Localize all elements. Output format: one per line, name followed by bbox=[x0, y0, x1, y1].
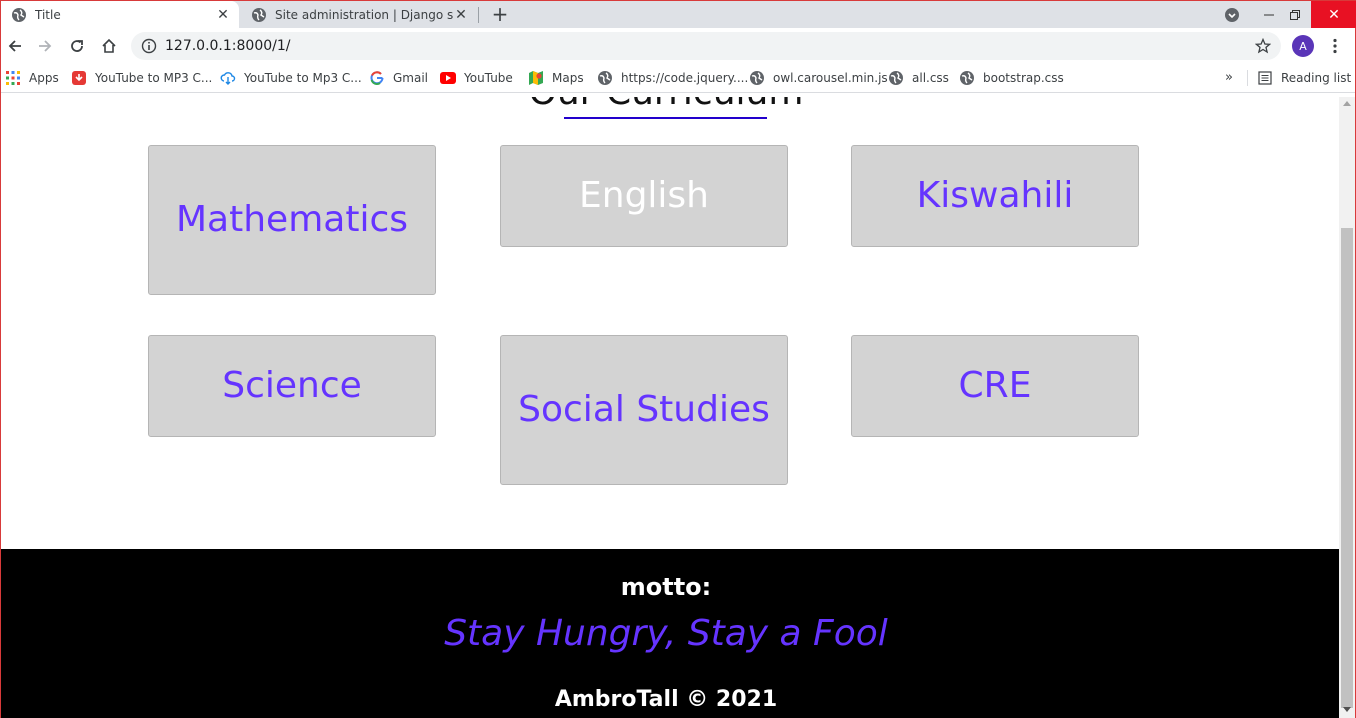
close-icon[interactable]: ✕ bbox=[215, 7, 231, 23]
vertical-scrollbar[interactable] bbox=[1339, 97, 1355, 718]
restore-icon[interactable] bbox=[1287, 1, 1303, 28]
bookmark-gmail[interactable]: Gmail bbox=[369, 70, 428, 86]
download-red-icon bbox=[71, 70, 87, 86]
bookmark-youtube-mp3-2[interactable]: YouTube to Mp3 C... bbox=[220, 70, 362, 86]
title-underline bbox=[564, 117, 767, 119]
bookmark-label: YouTube bbox=[464, 71, 513, 85]
subject-card-science[interactable]: Science bbox=[148, 335, 436, 437]
bookmark-bootstrap-css[interactable]: bootstrap.css bbox=[959, 70, 1064, 86]
bookmark-apps[interactable]: Apps bbox=[5, 70, 59, 86]
bookmark-label: bootstrap.css bbox=[983, 71, 1064, 85]
scroll-down-arrow-icon[interactable] bbox=[1343, 707, 1351, 712]
reading-list-button[interactable]: Reading list bbox=[1257, 70, 1351, 86]
window-close-icon[interactable]: ✕ bbox=[1311, 1, 1356, 28]
globe-icon bbox=[888, 70, 904, 86]
bookmark-label: YouTube to MP3 C... bbox=[95, 71, 213, 85]
bookmark-all-css[interactable]: all.css bbox=[888, 70, 949, 86]
bookmark-label: owl.carousel.min.js bbox=[773, 71, 888, 85]
profile-avatar[interactable]: A bbox=[1292, 35, 1314, 57]
maps-icon bbox=[528, 70, 544, 86]
page-title: Our Curriculum bbox=[1, 97, 1331, 113]
browser-toolbar: 127.0.0.1:8000/1/ A bbox=[1, 28, 1355, 64]
scroll-up-arrow-icon[interactable] bbox=[1343, 101, 1351, 106]
bookmarks-bar: Apps YouTube to MP3 C... YouTube to Mp3 … bbox=[1, 64, 1355, 93]
reading-list-icon bbox=[1257, 70, 1273, 86]
minimize-icon[interactable] bbox=[1259, 1, 1279, 28]
copyright-text: AmbroTall © 2021 bbox=[554, 687, 778, 712]
reload-icon[interactable] bbox=[65, 34, 89, 58]
bookmark-youtube-mp3-1[interactable]: YouTube to MP3 C... bbox=[71, 70, 212, 86]
bookmark-label: YouTube to Mp3 C... bbox=[244, 71, 362, 85]
motto-label: motto: bbox=[620, 573, 712, 601]
more-bookmarks-icon[interactable]: » bbox=[1225, 70, 1233, 85]
forward-arrow-icon[interactable] bbox=[33, 34, 57, 58]
bookmark-jquery[interactable]: https://code.jquery.... bbox=[597, 70, 748, 86]
globe-icon bbox=[11, 7, 27, 23]
globe-icon bbox=[749, 70, 765, 86]
globe-icon bbox=[959, 70, 975, 86]
globe-icon bbox=[597, 70, 613, 86]
close-icon[interactable]: ✕ bbox=[453, 7, 469, 23]
subject-card-mathematics[interactable]: Mathematics bbox=[148, 145, 436, 295]
home-icon[interactable] bbox=[97, 34, 121, 58]
bookmark-youtube[interactable]: YouTube bbox=[440, 70, 513, 86]
bookmark-label: all.css bbox=[912, 71, 949, 85]
url-text: 127.0.0.1:8000/1/ bbox=[165, 38, 291, 54]
subject-card-english[interactable]: English bbox=[500, 145, 788, 247]
bookmark-label: Maps bbox=[552, 71, 584, 85]
kebab-menu-icon[interactable] bbox=[1326, 34, 1344, 58]
tab-title[interactable]: Title ✕ bbox=[1, 1, 239, 28]
tab-django-admin[interactable]: Site administration | Django site admin … bbox=[241, 1, 477, 28]
bookmark-divider bbox=[1247, 70, 1248, 86]
bookmark-star-icon[interactable] bbox=[1255, 38, 1271, 54]
tab-divider bbox=[478, 7, 479, 23]
reading-list-label: Reading list bbox=[1281, 71, 1352, 85]
tab-strip: Title ✕ Site administration | Django sit… bbox=[1, 1, 1356, 28]
subject-card-social-studies[interactable]: Social Studies bbox=[500, 335, 788, 485]
tab-label: Title bbox=[35, 7, 61, 22]
bookmark-label: Apps bbox=[29, 71, 59, 85]
subject-card-kiswahili[interactable]: Kiswahili bbox=[851, 145, 1139, 247]
tab-search-icon[interactable] bbox=[1221, 1, 1243, 28]
cloud-download-icon bbox=[220, 70, 236, 86]
youtube-icon bbox=[440, 70, 456, 86]
apps-grid-icon bbox=[5, 70, 21, 86]
page-viewport: Our Curriculum Mathematics English Kiswa… bbox=[1, 97, 1339, 718]
motto-text: Stay Hungry, Stay a Fool bbox=[444, 613, 888, 654]
page-footer: motto: Stay Hungry, Stay a Fool AmbroTal… bbox=[1, 549, 1339, 718]
google-icon bbox=[369, 70, 385, 86]
scrollbar-thumb[interactable] bbox=[1341, 228, 1353, 708]
address-bar[interactable]: 127.0.0.1:8000/1/ bbox=[131, 32, 1281, 60]
globe-icon bbox=[251, 7, 267, 23]
bookmark-owl-carousel[interactable]: owl.carousel.min.js bbox=[749, 70, 888, 86]
bookmark-label: Gmail bbox=[393, 71, 429, 85]
bookmark-maps[interactable]: Maps bbox=[528, 70, 584, 86]
subject-card-cre[interactable]: CRE bbox=[851, 335, 1139, 437]
bookmark-label: https://code.jquery.... bbox=[621, 71, 749, 85]
site-info-icon[interactable] bbox=[141, 38, 157, 54]
tab-label: Site administration | Django site admin bbox=[275, 7, 453, 22]
back-arrow-icon[interactable] bbox=[3, 34, 27, 58]
new-tab-icon[interactable]: + bbox=[489, 4, 511, 26]
